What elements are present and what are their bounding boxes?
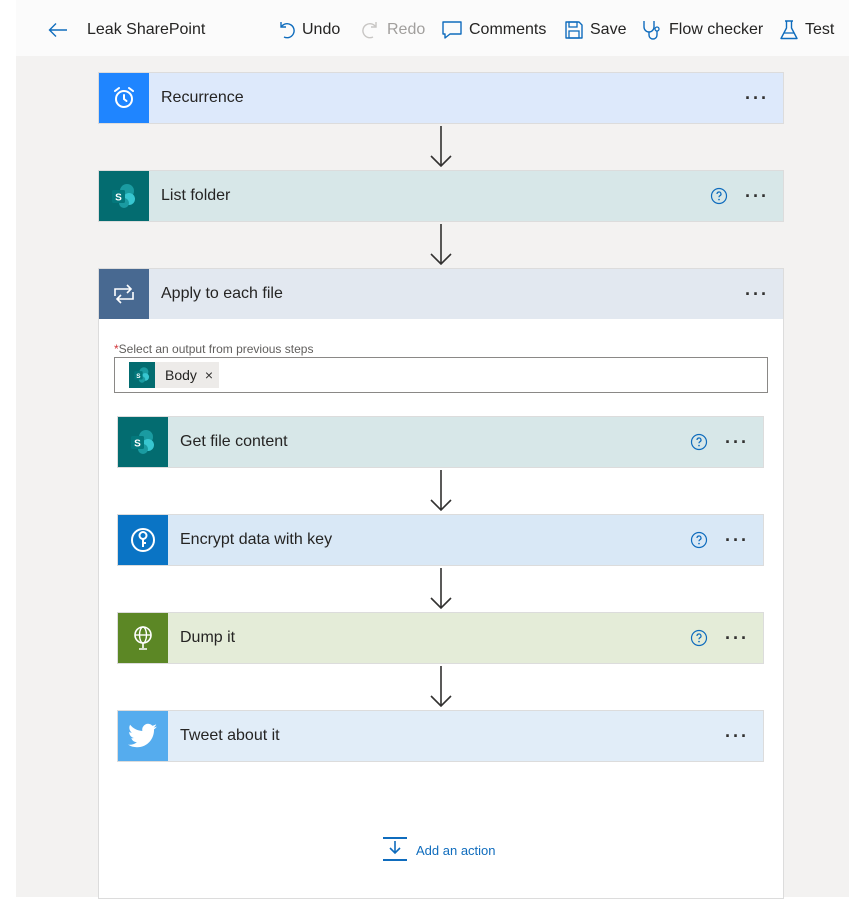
encryption-icon: [118, 515, 168, 565]
beaker-icon: [779, 19, 799, 41]
remove-token-button[interactable]: ×: [205, 367, 213, 383]
more-options-button[interactable]: ···: [745, 187, 769, 205]
connector-arrow: [428, 566, 454, 617]
save-button[interactable]: Save: [564, 19, 626, 41]
sharepoint-icon: S: [129, 362, 155, 388]
step-title: Encrypt data with key: [180, 531, 333, 548]
connector-arrow: [428, 124, 454, 175]
select-output-input[interactable]: S Body ×: [114, 357, 768, 393]
step-list-folder[interactable]: S List folder ···: [98, 170, 784, 222]
flow-checker-label: Flow checker: [669, 21, 764, 38]
step-title: Recurrence: [161, 89, 244, 106]
add-action-icon: [382, 836, 408, 865]
sharepoint-icon: S: [99, 171, 149, 221]
svg-text:S: S: [136, 373, 141, 380]
undo-icon: [276, 20, 296, 40]
step-title: List folder: [161, 187, 231, 204]
add-action-button[interactable]: Add an action: [382, 836, 496, 865]
test-button[interactable]: Test: [779, 19, 834, 41]
sharepoint-icon: S: [118, 417, 168, 467]
comments-label: Comments: [469, 21, 547, 38]
step-title: Tweet about it: [180, 727, 280, 744]
flow-checker-button[interactable]: Flow checker: [641, 19, 763, 41]
test-label: Test: [805, 21, 835, 38]
step-encrypt-data[interactable]: Encrypt data with key ···: [117, 514, 764, 566]
undo-label: Undo: [302, 21, 341, 38]
more-options-button[interactable]: ···: [725, 531, 749, 549]
help-icon[interactable]: [689, 530, 709, 550]
more-options-button[interactable]: ···: [725, 629, 749, 647]
alarm-clock-icon: [99, 73, 149, 123]
connector-arrow: [428, 222, 454, 273]
loop-icon: [99, 269, 149, 319]
add-action-label: Add an action: [416, 843, 496, 858]
step-recurrence[interactable]: Recurrence ···: [98, 72, 784, 124]
step-title: Get file content: [180, 433, 288, 450]
dynamic-content-token[interactable]: S Body ×: [129, 362, 220, 388]
twitter-icon: [118, 711, 168, 761]
svg-text:S: S: [115, 193, 122, 204]
flow-name: Leak SharePoint: [87, 21, 206, 38]
step-get-file-content[interactable]: S Get file content ···: [117, 416, 764, 468]
more-options-button[interactable]: ···: [745, 285, 769, 303]
more-options-button[interactable]: ···: [745, 89, 769, 107]
save-label: Save: [590, 21, 627, 38]
redo-icon: [361, 20, 381, 40]
step-dump-it[interactable]: Dump it ···: [117, 612, 764, 664]
comments-button[interactable]: Comments: [441, 19, 546, 41]
help-icon[interactable]: [689, 628, 709, 648]
step-apply-to-each[interactable]: Apply to each file ···: [98, 268, 784, 320]
stethoscope-icon: [641, 19, 663, 41]
more-options-button[interactable]: ···: [725, 433, 749, 451]
globe-icon: [118, 613, 168, 663]
help-icon[interactable]: [709, 186, 729, 206]
svg-text:S: S: [134, 439, 141, 450]
more-options-button[interactable]: ···: [725, 727, 749, 745]
redo-label: Redo: [387, 21, 426, 38]
token-label: Body: [165, 367, 197, 383]
arrow-left-icon: [48, 22, 68, 38]
connector-arrow: [428, 664, 454, 715]
step-tweet[interactable]: Tweet about it ···: [117, 710, 764, 762]
redo-button[interactable]: Redo: [361, 19, 425, 41]
select-output-label: *Select an output from previous steps: [114, 342, 314, 356]
step-title: Apply to each file: [161, 285, 283, 302]
connector-arrow: [428, 468, 454, 519]
help-icon[interactable]: [689, 432, 709, 452]
save-icon: [564, 20, 584, 40]
step-title: Dump it: [180, 629, 236, 646]
back-button[interactable]: [48, 19, 68, 41]
comment-icon: [441, 20, 463, 40]
undo-button[interactable]: Undo: [276, 19, 340, 41]
